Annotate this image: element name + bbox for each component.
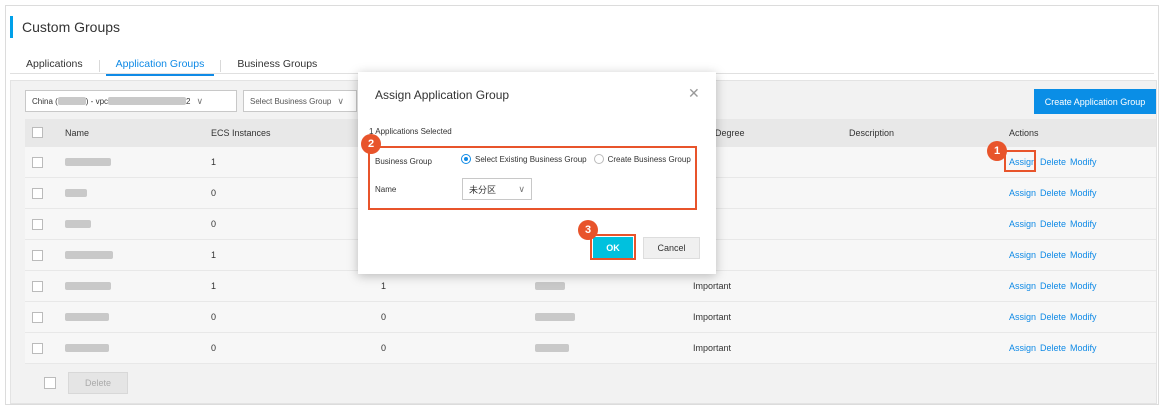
callout-badge: 2 xyxy=(361,134,381,154)
callout-badge: 3 xyxy=(578,220,598,240)
callout-badge: 1 xyxy=(987,141,1007,161)
dialog-title: Assign Application Group xyxy=(375,88,510,102)
close-icon[interactable]: ✕ xyxy=(688,85,700,102)
assign-highlight-box xyxy=(1004,150,1036,172)
page: Custom Groups Applications Application G… xyxy=(0,0,1164,409)
business-group-highlight-box xyxy=(368,146,697,210)
ok-highlight-box xyxy=(590,234,636,260)
cancel-button[interactable]: Cancel xyxy=(643,237,700,259)
selected-count: 1 Applications Selected xyxy=(369,127,452,136)
